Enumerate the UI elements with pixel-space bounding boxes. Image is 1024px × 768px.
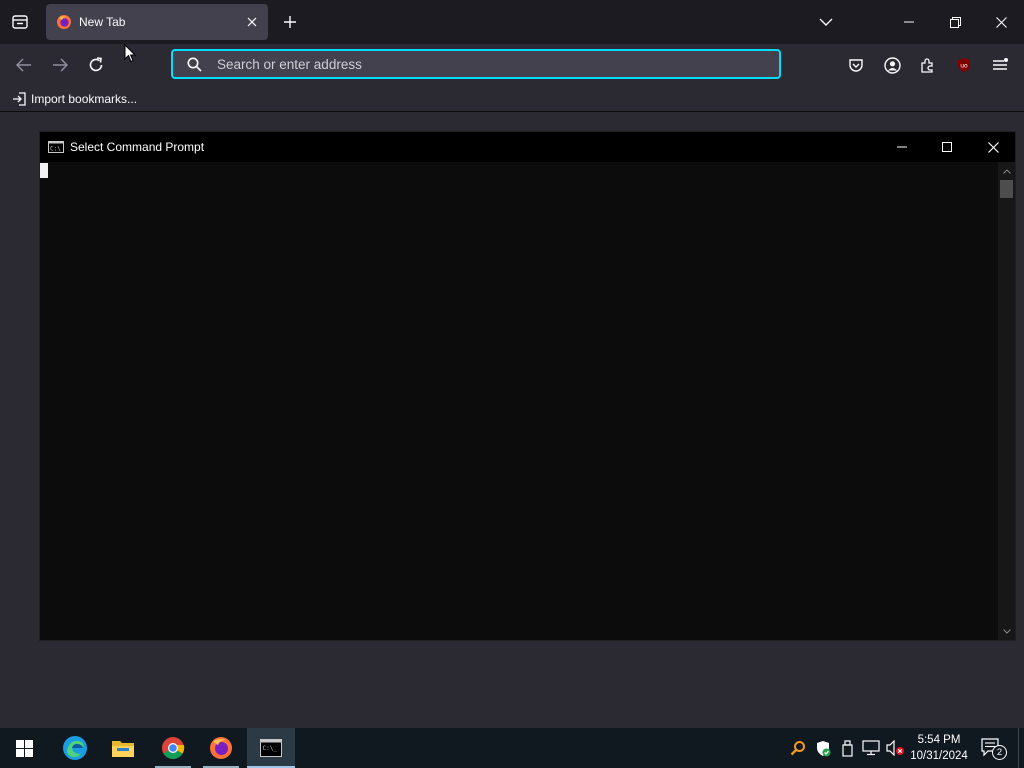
plus-icon bbox=[284, 16, 296, 28]
action-center-button[interactable]: 2 bbox=[978, 728, 1008, 768]
volume-muted-icon bbox=[885, 740, 904, 756]
scroll-up-button[interactable] bbox=[998, 164, 1015, 178]
address-input[interactable] bbox=[217, 56, 757, 72]
minimize-icon bbox=[904, 21, 914, 23]
chrome-icon bbox=[162, 737, 185, 759]
firefox-view-icon bbox=[12, 15, 28, 29]
list-all-tabs-button[interactable] bbox=[803, 0, 849, 44]
chevron-down-icon bbox=[819, 18, 833, 26]
tray-volume[interactable] bbox=[884, 728, 906, 768]
shield-icon bbox=[817, 740, 831, 756]
bookmarks-toolbar: Import bookmarks... bbox=[0, 86, 1024, 112]
usb-drive-icon bbox=[841, 739, 853, 757]
close-window-button[interactable] bbox=[978, 0, 1024, 44]
clock-time: 5:54 PM bbox=[917, 734, 961, 746]
chevron-up-icon bbox=[1002, 168, 1011, 174]
command-prompt-icon: C:\ bbox=[48, 141, 64, 153]
magnifier-icon bbox=[790, 741, 805, 756]
browser-tab-bar: New Tab bbox=[0, 0, 1024, 44]
taskbar-command-prompt[interactable]: C:\_ bbox=[247, 728, 295, 768]
taskbar-file-explorer[interactable] bbox=[99, 728, 147, 768]
taskbar-chrome[interactable] bbox=[149, 728, 197, 768]
scroll-down-button[interactable] bbox=[998, 624, 1015, 638]
back-button[interactable] bbox=[11, 53, 37, 77]
clock-date: 10/31/2024 bbox=[910, 750, 968, 762]
tray-usb-device[interactable] bbox=[838, 728, 856, 768]
ublock-origin-icon: uo bbox=[958, 58, 970, 72]
command-prompt-icon: C:\_ bbox=[260, 739, 282, 757]
edge-icon bbox=[63, 736, 87, 760]
puzzle-icon bbox=[921, 58, 933, 73]
tray-search-app[interactable] bbox=[788, 728, 808, 768]
reload-icon bbox=[89, 57, 103, 72]
taskbar-clock[interactable]: 5:54 PM 10/31/2024 bbox=[906, 732, 972, 764]
firefox-view-button[interactable] bbox=[8, 11, 32, 33]
hamburger-menu-icon bbox=[993, 58, 1008, 70]
arrow-left-icon bbox=[16, 58, 31, 72]
cmd-vertical-scrollbar[interactable] bbox=[998, 162, 1015, 640]
cmd-title-bar[interactable]: C:\ Select Command Prompt bbox=[40, 132, 1015, 162]
minimize-icon bbox=[897, 146, 907, 148]
scrollbar-thumb[interactable] bbox=[1000, 180, 1013, 198]
close-icon bbox=[987, 141, 999, 153]
svg-text:C:\_: C:\_ bbox=[263, 745, 278, 752]
tab-new-tab[interactable]: New Tab bbox=[46, 4, 268, 40]
account-button[interactable] bbox=[879, 53, 905, 77]
pocket-button[interactable] bbox=[843, 53, 869, 77]
forward-button[interactable] bbox=[47, 53, 73, 77]
restore-button[interactable] bbox=[932, 0, 978, 44]
cmd-maximize-button[interactable] bbox=[924, 132, 970, 162]
tab-title: New Tab bbox=[79, 15, 126, 29]
tray-network[interactable] bbox=[860, 728, 882, 768]
cmd-close-button[interactable] bbox=[970, 132, 1016, 162]
mouse-cursor-icon bbox=[124, 44, 136, 63]
navigation-toolbar: uo bbox=[0, 44, 1024, 86]
tab-close-button[interactable] bbox=[242, 12, 262, 32]
network-icon bbox=[862, 740, 880, 756]
close-icon bbox=[247, 17, 257, 27]
maximize-icon bbox=[942, 142, 952, 152]
import-bookmarks-label: Import bookmarks... bbox=[31, 92, 138, 106]
restore-icon bbox=[949, 16, 961, 28]
svg-text:C:\: C:\ bbox=[50, 146, 61, 153]
import-bookmarks-button[interactable]: Import bookmarks... bbox=[11, 90, 137, 108]
new-tab-button[interactable] bbox=[279, 11, 301, 33]
pocket-icon bbox=[849, 59, 863, 72]
tray-windows-security[interactable] bbox=[812, 728, 834, 768]
start-button[interactable] bbox=[0, 728, 48, 768]
account-icon bbox=[883, 56, 901, 74]
notification-count-badge: 2 bbox=[992, 745, 1007, 760]
chevron-down-icon bbox=[1002, 628, 1011, 634]
url-bar[interactable] bbox=[171, 49, 781, 79]
firefox-logo-icon bbox=[57, 15, 71, 29]
app-menu-button[interactable] bbox=[987, 53, 1013, 77]
taskbar-firefox[interactable] bbox=[197, 728, 245, 768]
windows-logo-icon bbox=[15, 739, 33, 757]
cmd-console-area[interactable] bbox=[40, 162, 1000, 640]
folder-icon bbox=[112, 741, 134, 757]
svg-text:uo: uo bbox=[960, 63, 968, 70]
reload-button[interactable] bbox=[83, 53, 109, 77]
cmd-window-title: Select Command Prompt bbox=[70, 140, 205, 154]
arrow-right-icon bbox=[53, 58, 68, 72]
console-cursor bbox=[40, 163, 48, 178]
command-prompt-window[interactable]: C:\ Select Command Prompt bbox=[39, 131, 1016, 641]
cmd-minimize-button[interactable] bbox=[879, 132, 925, 162]
show-desktop-button[interactable] bbox=[1018, 728, 1024, 768]
minimize-button[interactable] bbox=[886, 0, 932, 44]
close-icon bbox=[995, 16, 1007, 28]
firefox-logo-icon bbox=[210, 737, 232, 759]
import-icon bbox=[11, 91, 27, 107]
taskbar-edge[interactable] bbox=[51, 728, 99, 768]
search-icon bbox=[185, 55, 203, 73]
extensions-button[interactable] bbox=[915, 53, 941, 77]
ublock-origin-button[interactable]: uo bbox=[951, 53, 977, 77]
windows-taskbar: C:\_ 5:54 PM 10/31/2024 2 bbox=[0, 728, 1024, 768]
